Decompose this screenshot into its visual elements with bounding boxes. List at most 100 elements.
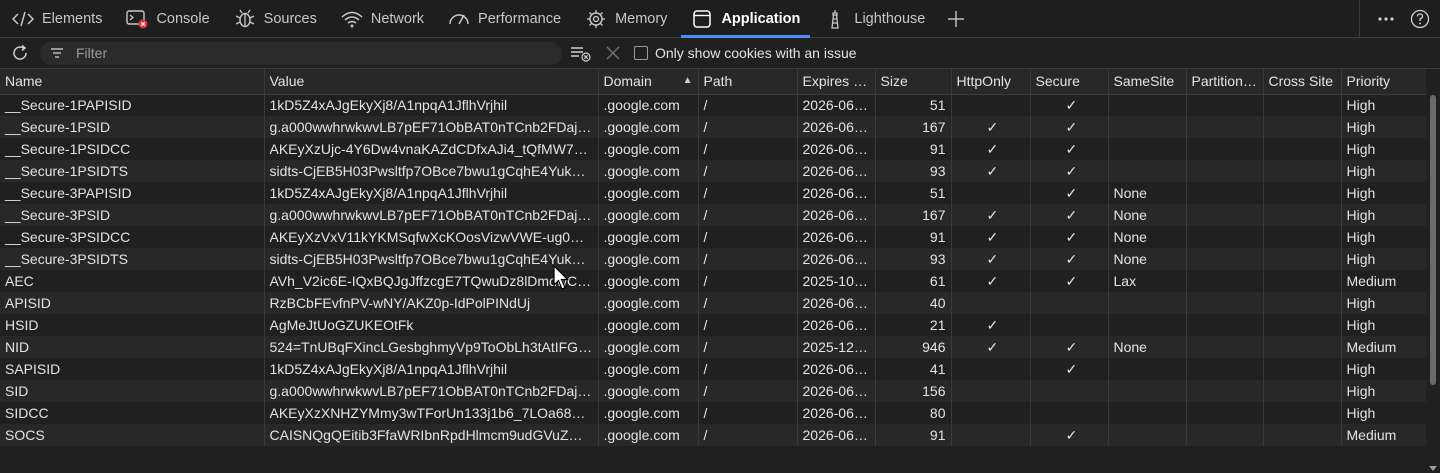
- cell-size: 61: [875, 270, 952, 292]
- column-header-path[interactable]: Path: [698, 69, 798, 95]
- tab-console[interactable]: Console: [114, 0, 221, 37]
- cell-priority: High: [1341, 402, 1427, 424]
- cell-domain: .google.com: [598, 182, 699, 204]
- tab-network[interactable]: Network: [329, 0, 436, 37]
- cell-path: /: [698, 336, 798, 358]
- tab-label: Elements: [42, 10, 103, 27]
- cell-priority: High: [1341, 226, 1427, 248]
- column-header-expires[interactable]: Expires / ...: [797, 69, 876, 95]
- cell-value: g.a000wwhrwkwvLB7pEF71ObBAT0nTCnb2FDajiY…: [264, 204, 599, 226]
- cell-size: 91: [875, 226, 952, 248]
- tab-lighthouse[interactable]: Lighthouse: [812, 0, 937, 37]
- only-issues-checkbox[interactable]: [634, 46, 648, 60]
- tab-performance[interactable]: Performance: [436, 0, 573, 37]
- scroll-down-arrow-icon[interactable]: [1429, 466, 1437, 471]
- table-row[interactable]: SIDCC AKEyXzXNHZYMmy3wTForUn133j1b6_7LOa6…: [0, 402, 1427, 424]
- cell-expires: 2026-06-...: [797, 204, 876, 226]
- cell-samesite: [1108, 380, 1187, 402]
- tab-elements[interactable]: Elements: [0, 0, 114, 37]
- column-header-value[interactable]: Value: [264, 69, 599, 95]
- table-row[interactable]: SID g.a000wwhrwkwvLB7pEF71ObBAT0nTCnb2FDa…: [0, 380, 1427, 402]
- clear-filtered-cookies-button[interactable]: [568, 41, 594, 65]
- cell-name: __Secure-1PSIDCC: [0, 138, 265, 160]
- column-header-partition-key[interactable]: Partition ...: [1186, 69, 1264, 95]
- cell-expires: 2026-06-...: [797, 314, 876, 336]
- cell-domain: .google.com: [598, 116, 699, 138]
- cell-path: /: [698, 226, 798, 248]
- more-options-button[interactable]: [1372, 5, 1400, 33]
- filter-icon: [50, 45, 66, 61]
- column-header-priority[interactable]: Priority: [1341, 69, 1427, 95]
- cell-partition-key: [1186, 336, 1264, 358]
- table-row[interactable]: AEC AVh_V2ic6E-IQxBQJgJffzcgE7TQwuDz8lDmd…: [0, 270, 1427, 292]
- tab-sources[interactable]: Sources: [222, 0, 329, 37]
- cell-domain: .google.com: [598, 314, 699, 336]
- cell-httponly: [951, 182, 1031, 204]
- cell-httponly: [951, 358, 1031, 380]
- cell-cross-site: [1263, 226, 1342, 248]
- filter-input[interactable]: [74, 44, 528, 62]
- cell-name: SIDCC: [0, 402, 265, 424]
- cell-domain: .google.com: [598, 160, 699, 182]
- cell-httponly: [951, 424, 1031, 446]
- cell-priority: High: [1341, 116, 1427, 138]
- cell-secure: ✓: [1030, 358, 1109, 380]
- table-row[interactable]: __Secure-3PSIDTS sidts-CjEB5H03Pwsltfp7OB…: [0, 248, 1427, 270]
- table-row[interactable]: __Secure-1PSID g.a000wwhrwkwvLB7pEF71ObBA…: [0, 116, 1427, 138]
- table-row[interactable]: HSID AgMeJtUoGZUKEOtFk .google.com/2026-06…: [0, 314, 1427, 336]
- cell-value: sidts-CjEB5H03Pwsltfp7OBce7bwu1gCqhE4Yuk…: [264, 160, 599, 182]
- cell-size: 41: [875, 358, 952, 380]
- cell-domain: .google.com: [598, 424, 699, 446]
- cell-path: /: [698, 402, 798, 424]
- cell-cross-site: [1263, 182, 1342, 204]
- tab-label: Lighthouse: [854, 10, 926, 27]
- cell-partition-key: [1186, 402, 1264, 424]
- delete-selected-button[interactable]: [600, 41, 626, 65]
- cell-priority: Medium: [1341, 270, 1427, 292]
- refresh-button[interactable]: [8, 41, 32, 65]
- cell-samesite: None: [1108, 204, 1187, 226]
- column-header-domain[interactable]: Domain ▲: [598, 69, 699, 95]
- table-row[interactable]: __Secure-1PSIDCC AKEyXzUjc-4Y6Dw4vnaKAZdC…: [0, 138, 1427, 160]
- table-row[interactable]: SOCS CAISNQgQEitib3FfaWRIbnRpdHlmcm9udGVu…: [0, 424, 1427, 446]
- devtools-tab-bar: Elements Console Sources Network Perform…: [0, 0, 1440, 38]
- table-row[interactable]: SAPISID 1kD5Z4xAJgEkyXj8/A1npqA1JflhVrjhi…: [0, 358, 1427, 380]
- help-button[interactable]: [1406, 5, 1434, 33]
- table-row[interactable]: NID 524=TnUBqFXincLGesbghmyVp9ToObLh3tAtI…: [0, 336, 1427, 358]
- cell-value: g.a000wwhrwkwvLB7pEF71ObBAT0nTCnb2FDajiY…: [264, 380, 599, 402]
- column-header-httponly[interactable]: HttpOnly: [951, 69, 1031, 95]
- table-row[interactable]: __Secure-3PAPISID 1kD5Z4xAJgEkyXj8/A1npqA…: [0, 182, 1427, 204]
- table-row[interactable]: __Secure-3PSID g.a000wwhrwkwvLB7pEF71ObBA…: [0, 204, 1427, 226]
- scrollbar-thumb[interactable]: [1430, 95, 1436, 385]
- divider: [1359, 0, 1360, 37]
- vertical-scrollbar[interactable]: [1426, 69, 1440, 473]
- cell-domain: .google.com: [598, 292, 699, 314]
- column-header-label: Domain: [603, 73, 652, 90]
- table-header: Name Value Domain ▲ Path Expires / ... Size Htt…: [0, 69, 1427, 95]
- cell-expires: 2026-06-...: [797, 248, 876, 270]
- cell-name: __Secure-3PSIDTS: [0, 248, 265, 270]
- cell-priority: High: [1341, 138, 1427, 160]
- cell-path: /: [698, 138, 798, 160]
- cell-value: AKEyXzVxV11kYKMSqfwXcKOosVizwVWE-ug0OB1.…: [264, 226, 599, 248]
- tab-memory[interactable]: Memory: [573, 0, 679, 37]
- cell-samesite: Lax: [1108, 270, 1187, 292]
- cell-cross-site: [1263, 314, 1342, 336]
- cell-name: SID: [0, 380, 265, 402]
- cell-value: AKEyXzUjc-4Y6Dw4vnaKAZdCDfxAJi4_tQfMW7CO…: [264, 138, 599, 160]
- table-row[interactable]: __Secure-3PSIDCC AKEyXzVxV11kYKMSqfwXcKOo…: [0, 226, 1427, 248]
- column-header-cross-site[interactable]: Cross Site: [1263, 69, 1342, 95]
- table-row[interactable]: __Secure-1PSIDTS sidts-CjEB5H03Pwsltfp7OB…: [0, 160, 1427, 182]
- cell-domain: .google.com: [598, 358, 699, 380]
- column-header-label: Value: [269, 73, 305, 90]
- column-header-secure[interactable]: Secure: [1030, 69, 1109, 95]
- column-header-samesite[interactable]: SameSite: [1108, 69, 1187, 95]
- column-header-size[interactable]: Size: [875, 69, 952, 95]
- table-row[interactable]: __Secure-1PAPISID 1kD5Z4xAJgEkyXj8/A1npqA…: [0, 94, 1427, 116]
- column-header-name[interactable]: Name: [0, 69, 265, 95]
- tab-application[interactable]: Application: [679, 0, 812, 38]
- cell-secure: ✓: [1030, 94, 1109, 116]
- sort-ascending-icon: ▲: [682, 75, 693, 87]
- table-row[interactable]: APISID RzBCbFEvfnPV-wNY/AKZ0p-IdPolPINdUj…: [0, 292, 1427, 314]
- add-tab-button[interactable]: [937, 0, 975, 37]
